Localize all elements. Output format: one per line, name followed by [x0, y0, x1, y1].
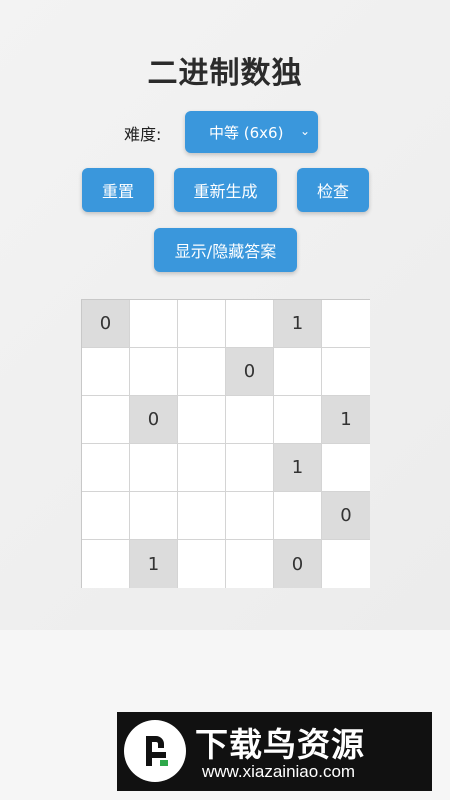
check-button[interactable]: 检查 — [297, 168, 369, 212]
app-panel: 二进制数独 难度: 中等 (6x6) ⌄ 重置 重新生成 检查 显示/隐藏答案 … — [0, 0, 450, 630]
empty-cell[interactable] — [178, 540, 226, 588]
empty-cell[interactable] — [82, 492, 130, 540]
empty-cell[interactable] — [274, 396, 322, 444]
empty-cell[interactable] — [322, 348, 370, 396]
watermark-banner: 下载鸟资源 www.xiazainiao.com — [117, 712, 432, 791]
empty-cell[interactable] — [82, 540, 130, 588]
difficulty-select-value: 中等 (6x6) — [209, 123, 284, 142]
empty-cell[interactable] — [178, 300, 226, 348]
difficulty-select[interactable]: 中等 (6x6) ⌄ — [185, 111, 318, 153]
empty-cell[interactable] — [130, 348, 178, 396]
empty-cell[interactable] — [322, 444, 370, 492]
watermark-title: 下载鸟资源 — [195, 725, 365, 764]
empty-cell[interactable] — [322, 300, 370, 348]
reset-button[interactable]: 重置 — [82, 168, 154, 212]
toggle-answer-button[interactable]: 显示/隐藏答案 — [154, 228, 297, 272]
empty-cell[interactable] — [130, 300, 178, 348]
empty-cell[interactable] — [178, 348, 226, 396]
empty-cell[interactable] — [82, 396, 130, 444]
empty-cell[interactable] — [82, 348, 130, 396]
chevron-down-icon: ⌄ — [299, 124, 310, 138]
given-cell: 0 — [274, 540, 322, 588]
empty-cell[interactable] — [226, 540, 274, 588]
empty-cell[interactable] — [178, 444, 226, 492]
empty-cell[interactable] — [274, 492, 322, 540]
given-cell: 1 — [274, 444, 322, 492]
empty-cell[interactable] — [82, 444, 130, 492]
empty-cell[interactable] — [274, 348, 322, 396]
empty-cell[interactable] — [226, 492, 274, 540]
empty-cell[interactable] — [178, 492, 226, 540]
difficulty-label: 难度: — [124, 125, 162, 144]
given-cell: 0 — [226, 348, 274, 396]
sudoku-board: 010011010 — [81, 299, 370, 588]
given-cell: 1 — [322, 396, 370, 444]
given-cell: 1 — [274, 300, 322, 348]
empty-cell[interactable] — [130, 444, 178, 492]
empty-cell[interactable] — [226, 396, 274, 444]
page-title: 二进制数独 — [147, 56, 303, 91]
empty-cell[interactable] — [130, 492, 178, 540]
given-cell: 1 — [130, 540, 178, 588]
watermark-url: www.xiazainiao.com — [202, 762, 356, 781]
empty-cell[interactable] — [226, 300, 274, 348]
empty-cell[interactable] — [226, 444, 274, 492]
empty-cell[interactable] — [322, 540, 370, 588]
given-cell: 0 — [82, 300, 130, 348]
empty-cell[interactable] — [178, 396, 226, 444]
given-cell: 0 — [322, 492, 370, 540]
given-cell: 0 — [130, 396, 178, 444]
bird-logo-icon — [124, 720, 186, 782]
regenerate-button[interactable]: 重新生成 — [174, 168, 277, 212]
